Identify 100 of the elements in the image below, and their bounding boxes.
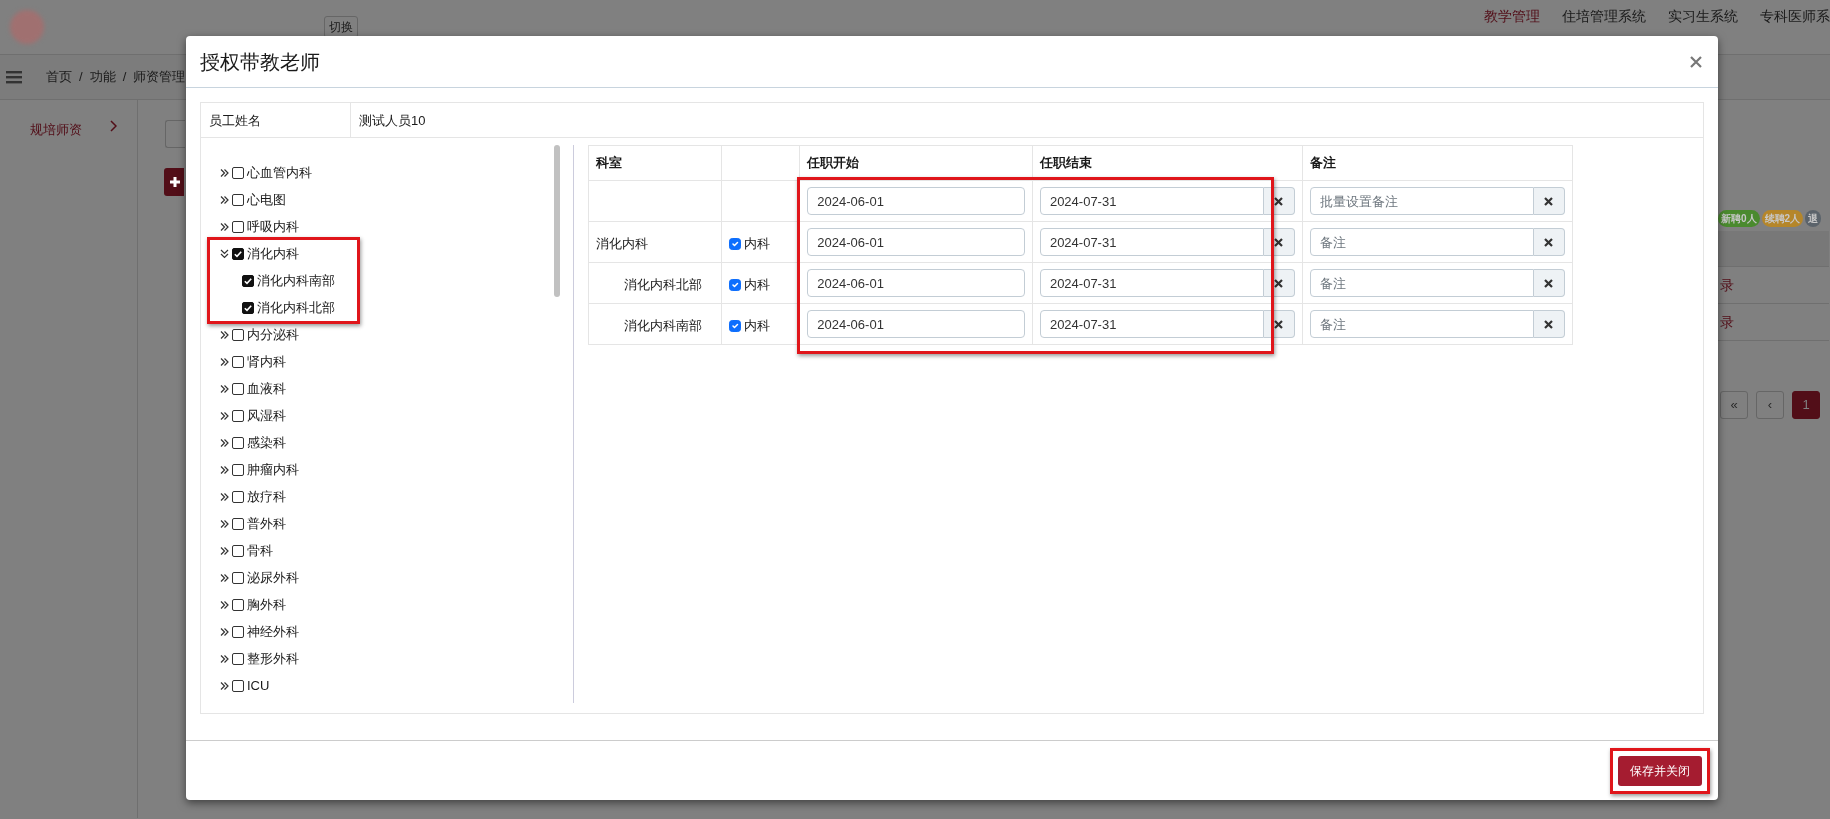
nav-link[interactable]: 专科医师系 xyxy=(1760,5,1830,27)
date-field[interactable]: 2024-07-31 xyxy=(1039,228,1264,256)
tree-item-label[interactable]: 普外科 xyxy=(247,513,286,534)
tree-item-label[interactable]: 血液科 xyxy=(247,378,286,399)
expand-arrow-icon[interactable] xyxy=(220,491,229,502)
expand-arrow-icon[interactable] xyxy=(220,626,229,637)
expand-arrow-icon[interactable] xyxy=(220,518,229,529)
checkbox[interactable] xyxy=(232,436,244,449)
checkbox[interactable] xyxy=(242,301,254,314)
checkbox[interactable] xyxy=(232,166,244,179)
expand-arrow-icon[interactable] xyxy=(220,437,229,448)
save-button[interactable]: 保存并关闭 xyxy=(1618,755,1702,786)
date-field[interactable]: 2024-06-01 xyxy=(807,269,1025,297)
checkbox[interactable] xyxy=(232,625,244,638)
status-badge: 续聘2人 xyxy=(1761,210,1804,227)
scrollbar[interactable] xyxy=(554,145,560,297)
page-link[interactable]: 1 xyxy=(1792,391,1820,419)
breadcrumb-item[interactable]: 首页 xyxy=(46,67,72,87)
nav-link[interactable]: 教学管理 xyxy=(1484,5,1540,27)
tree-item-label[interactable]: 风湿科 xyxy=(247,405,286,426)
breadcrumb-item[interactable]: 功能 xyxy=(89,67,116,87)
checkbox[interactable] xyxy=(232,328,244,341)
tree-item-label[interactable]: 消化内科 xyxy=(247,243,299,264)
tree-item-label[interactable]: 胸外科 xyxy=(247,594,286,615)
date-field[interactable]: 2024-06-01 xyxy=(807,310,1025,338)
menu-icon[interactable] xyxy=(6,70,22,84)
date-field[interactable]: 2024-06-01 xyxy=(807,187,1025,215)
tree-item-label[interactable]: 心血管内科 xyxy=(247,162,312,183)
checkbox[interactable] xyxy=(232,463,244,476)
expand-arrow-icon[interactable] xyxy=(220,356,229,367)
date-field[interactable]: 2024-07-31 xyxy=(1039,310,1264,338)
note-field[interactable]: 备注 xyxy=(1309,228,1534,256)
tree-item-label[interactable]: 肾内科 xyxy=(247,351,286,372)
tree-item-label[interactable]: 神经外科 xyxy=(247,621,299,642)
tree-item-label[interactable]: 心电图 xyxy=(247,189,286,210)
sidebar-item[interactable]: 规培师资 xyxy=(0,120,137,140)
expand-arrow-icon[interactable] xyxy=(220,248,229,259)
checkbox[interactable] xyxy=(232,571,244,584)
checkbox[interactable] xyxy=(729,319,742,332)
checkbox[interactable] xyxy=(232,220,244,233)
tree-item-label[interactable]: 骨科 xyxy=(247,540,273,561)
dialog-title: 授权带教老师 xyxy=(200,49,320,74)
tree-item-label[interactable]: 内分泌科 xyxy=(247,324,299,345)
checkbox[interactable] xyxy=(232,598,244,611)
tree-item-label[interactable]: 肿瘤内科 xyxy=(247,459,299,480)
expand-arrow-icon[interactable] xyxy=(220,464,229,475)
checkbox[interactable] xyxy=(729,278,742,291)
breadcrumb-item[interactable]: 师资管理 xyxy=(133,67,186,87)
add-button[interactable] xyxy=(164,168,184,196)
tree-item-label[interactable]: 放疗科 xyxy=(247,486,286,507)
close-button[interactable] xyxy=(1688,53,1704,70)
checkbox[interactable] xyxy=(232,679,244,692)
date-field[interactable]: 2024-07-31 xyxy=(1039,269,1264,297)
note-field[interactable]: 批量设置备注 xyxy=(1309,187,1534,215)
tree-item-label[interactable]: 消化内科南部 xyxy=(257,270,335,291)
expand-arrow-icon[interactable] xyxy=(220,410,229,421)
date-field[interactable]: 2024-07-31 xyxy=(1039,187,1264,215)
tree-item-label[interactable]: 消化内科北部 xyxy=(257,297,335,318)
expand-arrow-icon[interactable] xyxy=(220,194,229,205)
checkbox[interactable] xyxy=(232,355,244,368)
breadcrumb-separator: / xyxy=(122,68,127,87)
switch-button[interactable]: 切换 xyxy=(324,16,358,38)
tree-item-label[interactable]: ICU xyxy=(247,675,270,696)
tree-item-label[interactable]: 泌尿外科 xyxy=(247,567,299,588)
clear-button[interactable] xyxy=(1533,228,1565,256)
checkbox[interactable] xyxy=(232,193,244,206)
checkbox[interactable] xyxy=(232,490,244,503)
checkbox[interactable] xyxy=(232,544,244,557)
expand-arrow-icon[interactable] xyxy=(220,167,229,178)
clear-icon xyxy=(1274,319,1284,329)
expand-arrow-icon[interactable] xyxy=(220,329,229,340)
expand-arrow-icon[interactable] xyxy=(220,680,229,691)
page-link[interactable]: ‹ xyxy=(1756,391,1784,419)
checkbox[interactable] xyxy=(242,274,254,287)
expand-arrow-icon[interactable] xyxy=(220,383,229,394)
checkbox[interactable] xyxy=(232,247,244,260)
tree-item-label[interactable]: 整形外科 xyxy=(247,648,299,669)
checkbox[interactable] xyxy=(232,382,244,395)
tree-item-label[interactable]: 感染科 xyxy=(247,432,286,453)
nav-link[interactable]: 实习生系统 xyxy=(1668,5,1738,27)
checkbox[interactable] xyxy=(232,652,244,665)
note-field[interactable]: 备注 xyxy=(1309,310,1534,338)
date-field[interactable]: 2024-06-01 xyxy=(807,228,1025,256)
clear-button[interactable] xyxy=(1533,187,1565,215)
tree-item-label[interactable]: 呼吸内科 xyxy=(247,216,299,237)
checkbox[interactable] xyxy=(729,237,742,250)
expand-arrow-icon[interactable] xyxy=(220,221,229,232)
page-link[interactable]: « xyxy=(1720,391,1748,419)
expand-arrow-icon[interactable] xyxy=(220,572,229,583)
clear-button[interactable] xyxy=(1533,269,1565,297)
nav-link[interactable]: 住培管理系统 xyxy=(1562,5,1646,27)
checkbox[interactable] xyxy=(232,517,244,530)
expand-arrow-icon[interactable] xyxy=(220,545,229,556)
expand-arrow-icon[interactable] xyxy=(220,599,229,610)
checkbox[interactable] xyxy=(232,409,244,422)
record-link[interactable]: 录 xyxy=(1720,274,1734,296)
note-field[interactable]: 备注 xyxy=(1309,269,1534,297)
expand-arrow-icon[interactable] xyxy=(220,653,229,664)
clear-button[interactable] xyxy=(1533,310,1565,338)
record-link[interactable]: 录 xyxy=(1720,311,1734,333)
